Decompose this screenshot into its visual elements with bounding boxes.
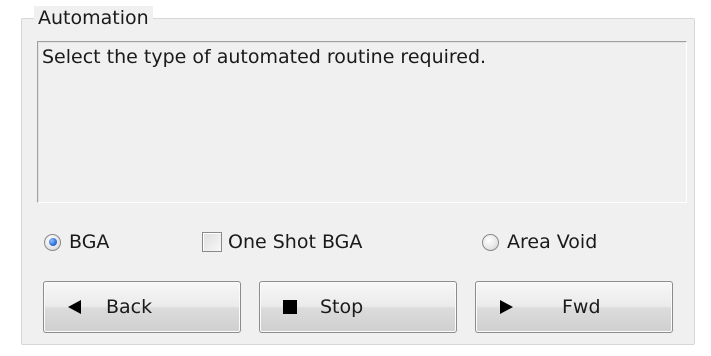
one-shot-bga-label: One Shot BGA <box>228 231 363 253</box>
area-void-radio-label: Area Void <box>507 231 598 253</box>
area-void-radio-button[interactable] <box>482 233 499 251</box>
bga-radio-label: BGA <box>69 231 110 253</box>
stop-button[interactable]: Stop <box>259 281 457 333</box>
area-void-radio-option[interactable]: Area Void <box>482 228 597 256</box>
description-text: Select the type of automated routine req… <box>42 46 487 68</box>
back-button[interactable]: Back <box>43 281 241 333</box>
one-shot-bga-checkbox[interactable] <box>202 232 222 252</box>
triangle-left-icon <box>68 300 81 314</box>
description-box: Select the type of automated routine req… <box>37 41 687 203</box>
back-button-label: Back <box>106 296 153 318</box>
one-shot-bga-checkbox-option[interactable]: One Shot BGA <box>202 228 362 256</box>
bga-radio-button[interactable] <box>44 233 61 251</box>
triangle-right-icon <box>500 300 513 314</box>
square-stop-icon <box>283 300 297 314</box>
stop-button-label: Stop <box>320 296 364 318</box>
bga-radio-option[interactable]: BGA <box>44 228 109 256</box>
automation-group-title: Automation <box>34 6 153 30</box>
fwd-button-label: Fwd <box>562 296 601 318</box>
fwd-button[interactable]: Fwd <box>475 281 673 333</box>
